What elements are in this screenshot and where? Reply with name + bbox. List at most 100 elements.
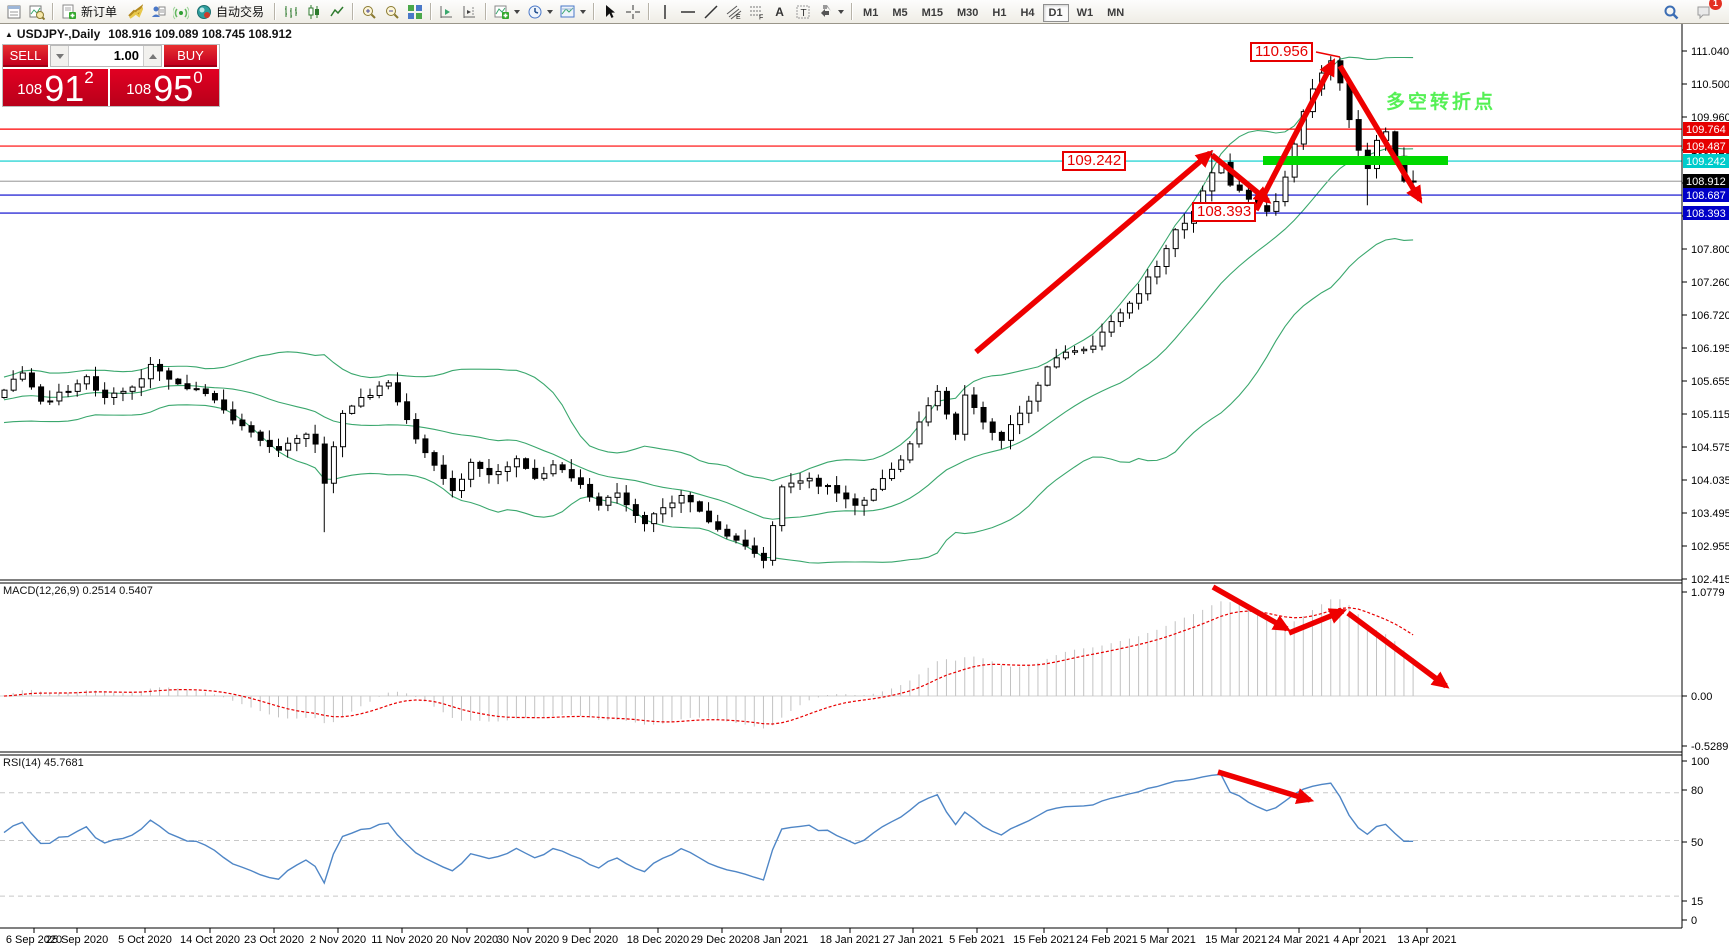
main-price-panel[interactable] [0, 52, 1682, 568]
timeframe-button-MN[interactable]: MN [1101, 4, 1130, 22]
fibonacci-icon[interactable]: F [745, 1, 768, 22]
price-tick-107.260: 107.260 [1691, 277, 1729, 289]
window-list-icon[interactable] [2, 1, 25, 22]
date-label: 15 Mar 2021 [1205, 934, 1267, 946]
rsi-panel[interactable] [0, 774, 1682, 896]
volume-decrease-button[interactable] [51, 46, 68, 66]
collapse-triangle-icon[interactable]: ▲ [5, 30, 13, 39]
price-badge-text: 108.393 [1686, 208, 1726, 220]
line-chart-icon[interactable] [325, 1, 348, 22]
date-label: 29 Dec 2020 [691, 934, 753, 946]
horizontal-line-icon[interactable] [676, 1, 699, 22]
price-badge-text: 108.912 [1686, 176, 1726, 188]
svg-text:E: E [736, 14, 741, 20]
date-label: 5 Feb 2021 [949, 934, 1005, 946]
timeframe-button-D1[interactable]: D1 [1043, 4, 1069, 22]
zoom-in-icon[interactable] [357, 1, 380, 22]
indicators-icon[interactable] [490, 1, 513, 22]
auto-scroll-icon[interactable] [435, 1, 458, 22]
indicators-dropdown-icon[interactable] [514, 10, 520, 14]
support-zone-bar[interactable] [1263, 156, 1448, 165]
ohlc-values: 108.916 109.089 108.745 108.912 [108, 27, 292, 41]
strategy-signal-icon[interactable] [169, 1, 192, 22]
cursor-icon[interactable] [598, 1, 621, 22]
templates-icon[interactable] [556, 1, 579, 22]
sell-price-display[interactable]: 108912 [3, 69, 108, 106]
vertical-line-icon[interactable] [653, 1, 676, 22]
templates-dropdown-icon[interactable] [580, 10, 586, 14]
buy-button[interactable]: BUY [164, 45, 217, 67]
volume-increase-button[interactable] [144, 46, 161, 66]
date-label: 27 Jan 2021 [883, 934, 944, 946]
timeframe-button-H1[interactable]: H1 [986, 4, 1012, 22]
chart-properties-icon[interactable] [25, 1, 48, 22]
price-tick-105.115: 105.115 [1691, 409, 1729, 421]
timeframe-button-M5[interactable]: M5 [886, 4, 913, 22]
buy-price-display[interactable]: 108950 [110, 69, 219, 106]
search-icon[interactable] [1659, 1, 1682, 22]
rsi-tick-50: 50 [1691, 837, 1703, 849]
price-tick-107.800: 107.800 [1691, 244, 1729, 256]
timeframe-button-H4[interactable]: H4 [1014, 4, 1040, 22]
macd-trend-arrow-2[interactable] [1289, 611, 1343, 633]
date-label: 23 Oct 2020 [244, 934, 304, 946]
date-label: 24 Feb 2021 [1076, 934, 1138, 946]
bar-chart-icon[interactable] [279, 1, 302, 22]
arrow-up-icon [149, 54, 157, 59]
chart-shift-icon[interactable] [458, 1, 481, 22]
date-label: 5 Oct 2020 [118, 934, 172, 946]
svg-text:F: F [759, 14, 763, 20]
auto-trading-label[interactable]: 自动交易 [216, 3, 264, 20]
text-icon[interactable]: A [768, 1, 791, 22]
trendline-icon[interactable] [699, 1, 722, 22]
channel-icon[interactable]: E [722, 1, 745, 22]
macd-trend-arrow-3[interactable] [1348, 613, 1446, 686]
date-label: 18 Jan 2021 [820, 934, 881, 946]
timeframe-button-M15[interactable]: M15 [916, 4, 949, 22]
date-label: 18 Dec 2020 [627, 934, 689, 946]
zoom-out-icon[interactable] [380, 1, 403, 22]
sell-price-pip: 2 [84, 71, 93, 85]
volume-input[interactable]: 1.00 [68, 46, 144, 66]
data-window-icon[interactable] [146, 1, 169, 22]
sell-button[interactable]: SELL [3, 45, 48, 67]
date-label: 14 Oct 2020 [180, 934, 240, 946]
support-price-annotation: 109.242 [1062, 151, 1126, 171]
price-badge-text: 108.687 [1686, 190, 1726, 202]
macd-panel[interactable] [0, 599, 1682, 728]
timeframe-button-W1[interactable]: W1 [1071, 4, 1100, 22]
macd-tick--0.5289: -0.5289 [1691, 741, 1728, 753]
rsi-tick-100: 100 [1691, 756, 1709, 768]
price-trend-arrow-2[interactable] [1212, 155, 1268, 201]
svg-text:T: T [800, 8, 806, 19]
tile-windows-icon[interactable] [403, 1, 426, 22]
notification-icon[interactable]: 1 [1692, 1, 1715, 22]
chart-canvas[interactable]: 111.040110.500109.960109.420108.880108.3… [0, 0, 1729, 946]
date-label: 30 Nov 2020 [497, 934, 559, 946]
macd-trend-arrow-1[interactable] [1213, 587, 1287, 629]
auto-trading-icon[interactable] [192, 1, 215, 22]
price-tick-104.035: 104.035 [1691, 475, 1729, 487]
price-tick-103.495: 103.495 [1691, 508, 1729, 520]
price-tick-105.655: 105.655 [1691, 376, 1729, 388]
candlestick-chart-icon[interactable] [302, 1, 325, 22]
periods-dropdown-icon[interactable] [547, 10, 553, 14]
market-watch-icon[interactable] [123, 1, 146, 22]
rsi-line [4, 774, 1413, 883]
text-label-icon[interactable]: T [791, 1, 814, 22]
price-badge-text: 109.764 [1686, 124, 1726, 136]
new-order-icon[interactable] [57, 1, 80, 22]
crosshair-icon[interactable] [621, 1, 644, 22]
periods-icon[interactable] [523, 1, 546, 22]
timeframe-button-M30[interactable]: M30 [951, 4, 984, 22]
peak-price-annotation: 110.956 [1250, 42, 1313, 62]
shapes-icon[interactable] [814, 1, 837, 22]
timeframe-button-M1[interactable]: M1 [857, 4, 884, 22]
price-trend-arrow-3[interactable] [1256, 62, 1333, 210]
new-order-label[interactable]: 新订单 [81, 3, 117, 20]
date-label: 13 Apr 2021 [1397, 934, 1456, 946]
buy-price-handle: 108 [126, 75, 151, 105]
chart-title: ▲USDJPY-,Daily108.916 109.089 108.745 10… [5, 27, 292, 41]
shapes-dropdown-icon[interactable] [838, 10, 844, 14]
rsi-trend-arrow-1[interactable] [1218, 772, 1310, 800]
